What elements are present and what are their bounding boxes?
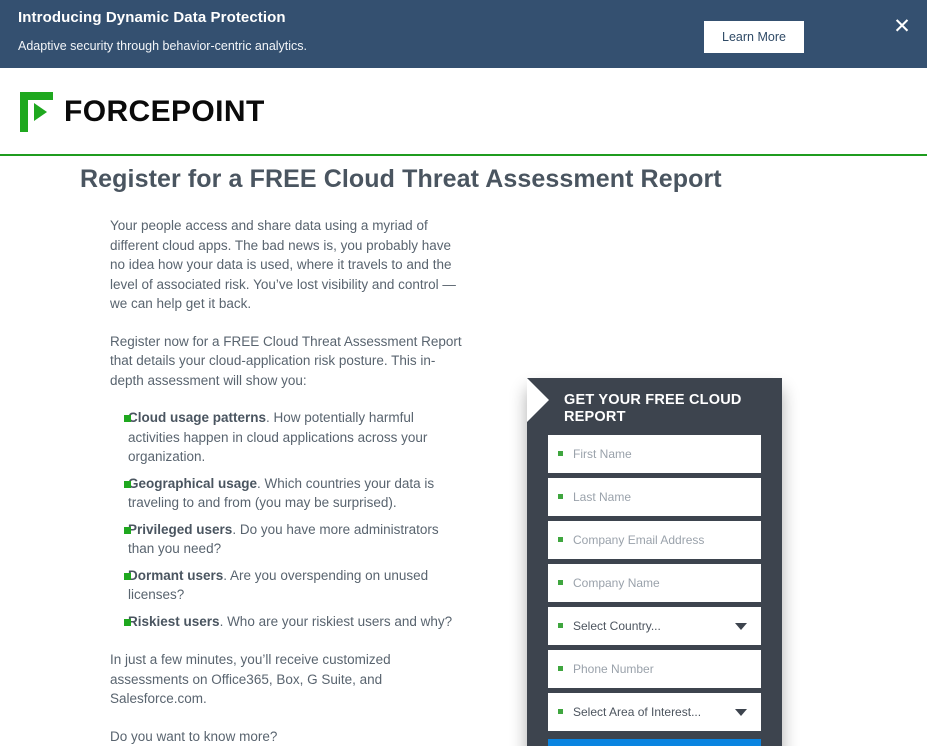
square-bullet-icon	[124, 618, 131, 626]
chevron-down-icon	[735, 709, 747, 716]
registration-form-panel: GET YOUR FREE CLOUD REPORT First Name La…	[527, 378, 782, 746]
first-name-placeholder: First Name	[573, 447, 632, 461]
required-marker-icon	[558, 623, 563, 628]
list-item: Cloud usage patterns. How potentially ha…	[110, 408, 462, 467]
list-item-lead: Cloud usage patterns	[128, 410, 267, 425]
list-item-lead: Dormant users	[128, 567, 224, 583]
intro-paragraph: Your people access and share data using …	[110, 218, 456, 311]
chevron-down-icon	[735, 623, 747, 630]
promo-title: Introducing Dynamic Data Protection	[18, 9, 286, 26]
required-marker-icon	[558, 580, 563, 585]
page-title: Register for a FREE Cloud Threat Assessm…	[80, 165, 722, 193]
square-bullet-icon	[124, 526, 131, 534]
learn-more-button[interactable]: Learn More	[704, 21, 804, 53]
panel-notch-arrow-icon	[527, 378, 549, 422]
square-bullet-icon	[124, 572, 131, 580]
promo-subtitle: Adaptive security through behavior-centr…	[18, 39, 308, 53]
page-body: Register for a FREE Cloud Threat Assessm…	[0, 156, 927, 746]
square-bullet-icon	[124, 415, 131, 422]
know-more-paragraph: Do you want to know more?	[110, 728, 278, 744]
company-name-placeholder: Company Name	[573, 576, 660, 590]
company-email-field[interactable]: Company Email Address	[548, 521, 761, 559]
forcepoint-logo-mark-icon	[20, 92, 60, 132]
left-content-column: Your people access and share data using …	[110, 216, 462, 746]
required-marker-icon	[558, 451, 563, 456]
required-marker-icon	[558, 709, 563, 714]
promo-text-wrap: Introducing Dynamic Data Protection Adap…	[18, 8, 307, 55]
forcepoint-logo[interactable]: FORCEPOINT	[20, 90, 265, 134]
list-item-lead: Riskiest users	[128, 613, 220, 629]
required-marker-icon	[558, 494, 563, 499]
last-name-placeholder: Last Name	[573, 490, 632, 504]
area-of-interest-select[interactable]: Select Area of Interest...	[548, 693, 761, 731]
area-of-interest-value: Select Area of Interest...	[573, 705, 702, 719]
list-item: Privileged users. Do you have more admin…	[110, 520, 462, 559]
assessments-paragraph: In just a few minutes, you’ll receive cu…	[110, 652, 391, 706]
required-marker-icon	[558, 666, 563, 671]
company-name-field[interactable]: Company Name	[548, 564, 761, 602]
promo-banner: Introducing Dynamic Data Protection Adap…	[0, 0, 927, 68]
phone-number-placeholder: Phone Number	[573, 662, 654, 676]
benefits-list: Cloud usage patterns. How potentially ha…	[110, 408, 462, 631]
list-item: Dormant users. Are you overspending on u…	[110, 566, 462, 605]
list-item-lead: Geographical usage	[128, 475, 258, 491]
phone-number-field[interactable]: Phone Number	[548, 650, 761, 688]
square-bullet-icon	[124, 480, 131, 488]
list-item: Geographical usage. Which countries your…	[110, 474, 462, 513]
register-paragraph: Register now for a FREE Cloud Threat Ass…	[110, 333, 462, 388]
last-name-field[interactable]: Last Name	[548, 478, 761, 516]
list-item: Riskiest users. Who are your riskiest us…	[110, 612, 462, 632]
form-heading: GET YOUR FREE CLOUD REPORT	[564, 392, 742, 425]
list-item-rest: . Who are your riskiest users and why?	[219, 613, 453, 629]
form-fields: First Name Last Name Company Email Addre…	[548, 435, 761, 736]
country-select-value: Select Country...	[573, 619, 661, 633]
first-name-field[interactable]: First Name	[548, 435, 761, 473]
play-triangle-icon	[34, 103, 47, 121]
company-email-placeholder: Company Email Address	[573, 533, 705, 547]
logo-wordmark: FORCEPOINT	[64, 95, 265, 128]
country-select[interactable]: Select Country...	[548, 607, 761, 645]
required-marker-icon	[558, 537, 563, 542]
close-icon[interactable]: ✕	[888, 13, 916, 41]
list-item-lead: Privileged users	[128, 521, 233, 537]
site-header: FORCEPOINT	[0, 68, 927, 156]
submit-button[interactable]: SUBMIT	[548, 739, 761, 746]
